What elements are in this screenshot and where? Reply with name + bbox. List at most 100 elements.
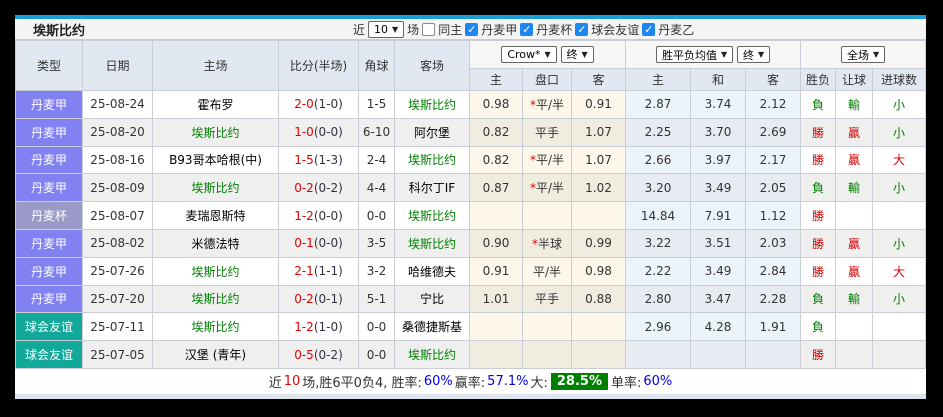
corner-cell: 0-0 bbox=[358, 201, 395, 230]
table-row: 丹麦杯 25-08-07 麦瑞恩斯特 1-2(0-0) 0-0 埃斯比约 14.… bbox=[15, 201, 927, 230]
col-header-score: 比分(半场) bbox=[278, 40, 359, 91]
table-row: 丹麦甲 25-07-26 埃斯比约 2-1(1-1) 3-2 哈维德夫 0.91… bbox=[15, 256, 927, 286]
same-home-label: 同主 bbox=[438, 23, 463, 37]
league-cell: 丹麦甲 bbox=[15, 284, 83, 314]
avg-home-odds-cell: 3.22 bbox=[625, 228, 692, 258]
handicap-home-odds-cell: 1.01 bbox=[469, 284, 523, 314]
avg-time-select[interactable]: 终 ▼ bbox=[736, 46, 771, 63]
avg-draw-odds-cell: 4.28 bbox=[690, 312, 747, 342]
footer-summary: 场,胜6平0负4, 胜率: bbox=[302, 375, 422, 391]
result-handicap-cell: 輸 bbox=[835, 173, 874, 203]
avg-draw-odds-cell: 3.47 bbox=[690, 284, 747, 314]
result-wdl-cell: 負 bbox=[800, 284, 837, 314]
league-label-danmai-bei: 丹麦杯 bbox=[536, 23, 573, 37]
result-wdl-cell: 負 bbox=[800, 173, 837, 203]
fulltime-score: 1-5 bbox=[294, 152, 314, 167]
col-header-avg-away: 客 bbox=[745, 68, 802, 91]
score-cell: 0-5(0-2) bbox=[278, 340, 359, 369]
odds-source-select[interactable]: Crow* ▼ bbox=[501, 46, 557, 64]
bottom-strip bbox=[15, 393, 926, 399]
home-team: 埃斯比约 bbox=[191, 125, 240, 140]
halftime-score: (1-0) bbox=[313, 97, 343, 112]
col-header-type: 类型 bbox=[15, 40, 83, 91]
league-cell: 球会友谊 bbox=[15, 340, 83, 369]
handicap-away-odds-cell bbox=[570, 340, 627, 369]
near-label: 近 bbox=[353, 23, 366, 37]
avg-home-odds-cell bbox=[625, 340, 692, 369]
away-cell: 埃斯比约 bbox=[394, 340, 470, 369]
handicap-away-odds-cell: 1.07 bbox=[570, 117, 627, 147]
corner-cell: 3-2 bbox=[358, 256, 395, 286]
league-checkbox-danmai-yi[interactable] bbox=[642, 23, 656, 36]
handicap-line: 平/半 bbox=[532, 264, 562, 279]
handicap-line-cell: 平手 bbox=[522, 284, 572, 314]
chevron-down-icon: ▼ bbox=[757, 50, 765, 59]
table-row: 球会友谊 25-07-05 汉堡 (青年) 0-5(0-2) 0-0 埃斯比约 … bbox=[15, 340, 927, 369]
col-header-avg-draw: 和 bbox=[690, 68, 747, 91]
league-cell: 球会友谊 bbox=[15, 312, 83, 342]
fulltime-score: 0-1 bbox=[294, 236, 314, 251]
col-header-handicap-line: 盘口 bbox=[522, 68, 572, 91]
same-home-checkbox[interactable] bbox=[422, 23, 436, 36]
fulltime-score: 2-1 bbox=[294, 264, 314, 279]
handicap-away-odds-cell: 1.07 bbox=[570, 145, 627, 175]
avg-away-odds-cell: 2.03 bbox=[745, 228, 802, 258]
rows-body: 丹麦甲 25-08-24 霍布罗 2-0(1-0) 1-5 埃斯比约 0.98 … bbox=[15, 90, 927, 369]
result-handicap-cell: 輸 bbox=[835, 90, 874, 119]
avg-draw-odds-cell: 7.91 bbox=[690, 201, 747, 230]
away-team: 埃斯比约 bbox=[407, 153, 456, 168]
col-header-handicap-away: 客 bbox=[570, 68, 627, 91]
home-team: 埃斯比约 bbox=[191, 292, 240, 307]
league-checkbox-friendly[interactable] bbox=[575, 23, 589, 36]
score-cell: 1-2(1-0) bbox=[278, 312, 359, 342]
away-cell: 哈维德夫 bbox=[394, 256, 470, 286]
away-cell: 阿尔堡 bbox=[394, 117, 470, 147]
col-header-result-wdl: 胜负 bbox=[800, 68, 837, 91]
result-wdl-cell: 勝 bbox=[800, 228, 837, 258]
handicap-home-odds-cell bbox=[469, 201, 523, 230]
result-handicap-cell: 輸 bbox=[835, 284, 874, 314]
avg-source-select[interactable]: 胜平负均值 ▼ bbox=[655, 46, 734, 63]
handicap-away-odds-cell: 0.88 bbox=[570, 284, 627, 314]
corner-cell: 0-0 bbox=[358, 312, 395, 342]
col-header-handicap-home: 主 bbox=[469, 68, 523, 91]
scope-select[interactable]: 全场 ▼ bbox=[840, 46, 886, 63]
footer-odds-label: 赢率: bbox=[454, 375, 486, 391]
avg-away-odds-cell: 1.12 bbox=[745, 201, 802, 230]
result-handicap-cell: 贏 bbox=[835, 228, 874, 258]
halftime-score: (0-2) bbox=[313, 180, 343, 195]
match-count-select[interactable]: 10 ▼ bbox=[368, 21, 405, 38]
corner-cell: 6-10 bbox=[358, 117, 395, 147]
score-cell: 2-1(1-1) bbox=[278, 256, 359, 286]
away-team: 科尔丁IF bbox=[408, 181, 456, 196]
table-row: 丹麦甲 25-07-20 埃斯比约 0-2(0-1) 5-1 宁比 1.01 平… bbox=[15, 284, 927, 314]
date-cell: 25-08-20 bbox=[82, 117, 153, 147]
result-goals-cell bbox=[872, 201, 927, 230]
match-history-table: 类型 日期 主场 比分(半场) 角球 客场 Crow* ▼ 终 ▼ 胜平负均值 ▼ 终… bbox=[15, 40, 927, 369]
home-team: 汉堡 (青年) bbox=[184, 348, 247, 363]
league-checkbox-danmai-bei[interactable] bbox=[520, 23, 534, 36]
footer-win-rate: 60% bbox=[423, 373, 453, 389]
result-wdl-cell: 負 bbox=[800, 90, 837, 119]
filter-controls: 近 10▼ 场 同主 丹麦甲 丹麦杯 球会友谊 丹麦乙 bbox=[353, 19, 694, 40]
home-team: 麦瑞恩斯特 bbox=[185, 209, 246, 224]
chevron-down-icon: ▼ bbox=[720, 50, 728, 59]
result-handicap-cell bbox=[835, 201, 874, 230]
away-cell: 科尔丁IF bbox=[394, 173, 470, 203]
footer-single-label: 单率: bbox=[610, 375, 642, 391]
away-cell: 埃斯比约 bbox=[394, 145, 470, 175]
away-cell: 埃斯比约 bbox=[394, 90, 470, 119]
col-header-avg-home: 主 bbox=[625, 68, 692, 91]
league-cell: 丹麦甲 bbox=[15, 256, 83, 286]
away-team: 桑德捷斯基 bbox=[401, 320, 462, 335]
handicap-line: 半球 bbox=[537, 236, 562, 251]
handicap-line-cell bbox=[522, 340, 572, 369]
halftime-score: (0-0) bbox=[313, 236, 343, 251]
league-checkbox-danmai-jia[interactable] bbox=[465, 23, 479, 36]
chevron-down-icon: ▼ bbox=[581, 49, 588, 59]
odds-time-select[interactable]: 终 ▼ bbox=[560, 45, 594, 63]
fulltime-score: 2-0 bbox=[294, 97, 314, 112]
handicap-home-odds-cell: 0.82 bbox=[469, 117, 523, 147]
score-cell: 1-5(1-3) bbox=[278, 145, 359, 175]
table-row: 球会友谊 25-07-11 埃斯比约 1-2(1-0) 0-0 桑德捷斯基 2.… bbox=[15, 312, 927, 342]
